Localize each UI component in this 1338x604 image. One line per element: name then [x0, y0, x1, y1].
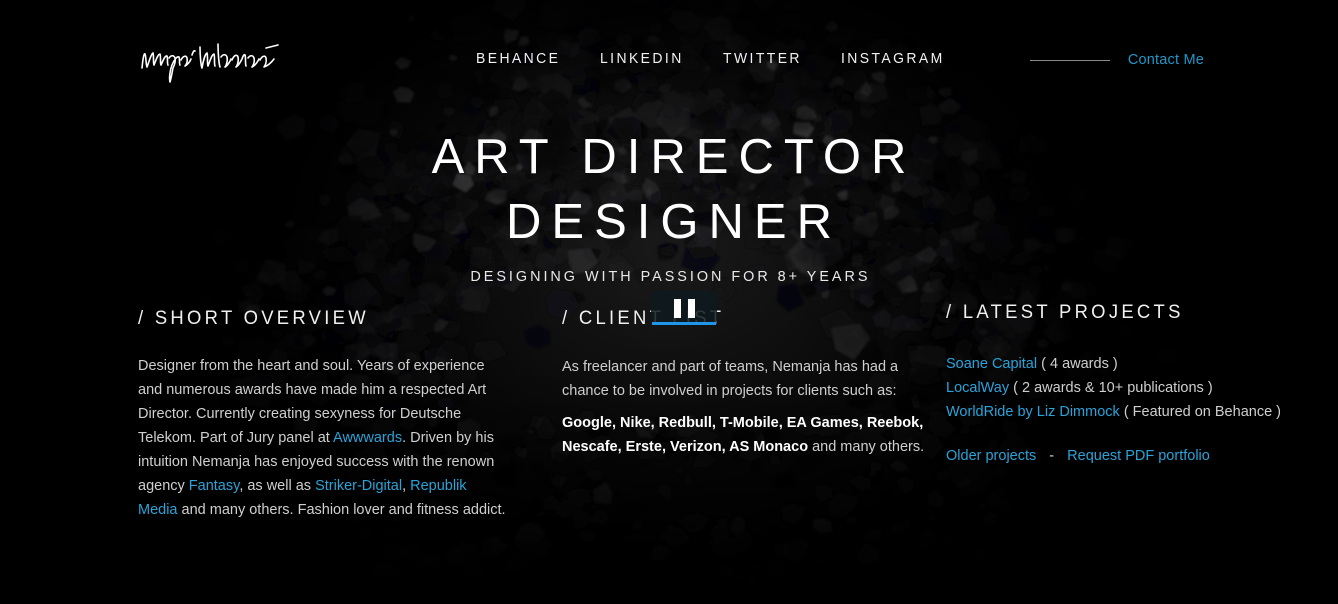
overview-text-run: , as well as	[239, 478, 316, 494]
overview-inline-link[interactable]: Striker-Digital	[315, 478, 402, 494]
overview-inline-link[interactable]: Awwwards	[333, 430, 402, 446]
logo-signature[interactable]	[138, 40, 288, 85]
project-link-worldride[interactable]: WorldRide by Liz Dimmock	[946, 404, 1120, 420]
overview-paragraph: Designer from the heart and soul. Years …	[138, 354, 508, 522]
overview-text-run: and many others. Fashion lover and fitne…	[177, 502, 506, 518]
section-title-short-overview: / SHORT OVERVIEW	[138, 308, 369, 329]
hero-tagline: DESIGNING WITH PASSION FOR 8+ YEARS	[470, 268, 871, 286]
nav-link-linkedin[interactable]: LINKEDIN	[600, 50, 684, 67]
page-title-line-2: DESIGNER	[506, 195, 842, 250]
project-item: LocalWay ( 2 awards & 10+ publications )	[946, 376, 1276, 400]
project-item: WorldRide by Liz Dimmock ( Featured on B…	[946, 400, 1281, 424]
overview-inline-link[interactable]: Fantasy	[189, 478, 240, 494]
clients-names-text: Google, Nike, Redbull, T-Mobile, EA Game…	[562, 411, 932, 459]
clients-intro-text: As freelancer and part of teams, Nemanja…	[562, 359, 899, 399]
contact-me-link[interactable]: Contact Me	[1128, 52, 1204, 68]
older-projects-link[interactable]: Older projects	[946, 448, 1036, 464]
player-progress-bar[interactable]	[652, 322, 716, 325]
project-meta: ( 2 awards & 10+ publications )	[1013, 380, 1213, 396]
project-meta: ( Featured on Behance )	[1123, 404, 1281, 420]
contact-area: Contact Me	[1029, 52, 1204, 68]
overview-text-run: ,	[402, 478, 411, 494]
project-meta: ( 4 awards )	[1041, 356, 1118, 372]
page-title-line-1: ART DIRECTOR	[431, 130, 917, 184]
nav-link-twitter[interactable]: TWITTER	[723, 50, 802, 67]
project-link-soane-capital[interactable]: Soane Capital	[946, 356, 1037, 372]
column-client-list: / CLIENT LIST As freelancer and part of …	[562, 308, 932, 459]
site-header: BEHANCE LINKEDIN TWITTER INSTAGRAM Conta…	[0, 0, 1338, 110]
request-pdf-portfolio-link[interactable]: Request PDF portfolio	[1067, 448, 1210, 464]
hero-section: ART DIRECTOR DESIGNER DESIGNING WITH PAS…	[0, 125, 1338, 285]
divider-line	[1029, 59, 1110, 61]
nav-link-instagram[interactable]: INSTAGRAM	[841, 50, 945, 67]
section-title-latest-projects: / LATEST PROJECTS	[946, 302, 1184, 323]
clients-suffix: and many others.	[808, 439, 925, 455]
pause-button[interactable]	[651, 291, 717, 325]
column-latest-projects: / LATEST PROJECTS Soane Capital ( 4 awar…	[946, 302, 1281, 464]
social-nav: BEHANCE LINKEDIN TWITTER INSTAGRAM	[476, 50, 952, 67]
projects-footer-links: Older projects - Request PDF portfolio	[946, 448, 1276, 464]
background-video-player	[651, 291, 717, 329]
pause-bar-right	[687, 298, 695, 318]
project-item: Soane Capital ( 4 awards )	[946, 352, 1276, 376]
column-short-overview: / SHORT OVERVIEW Designer from the heart…	[138, 308, 508, 522]
section-title-client-list: / CLIENT LIST	[562, 308, 725, 329]
link-separator: -	[1049, 448, 1055, 464]
page-title: ART DIRECTOR DESIGNER	[0, 125, 1338, 255]
nav-link-behance[interactable]: BEHANCE	[476, 50, 560, 67]
projects-list: Soane Capital ( 4 awards ) LocalWay ( 2 …	[946, 352, 1281, 424]
pause-bar-left	[673, 298, 681, 318]
project-link-localway[interactable]: LocalWay	[946, 380, 1009, 396]
